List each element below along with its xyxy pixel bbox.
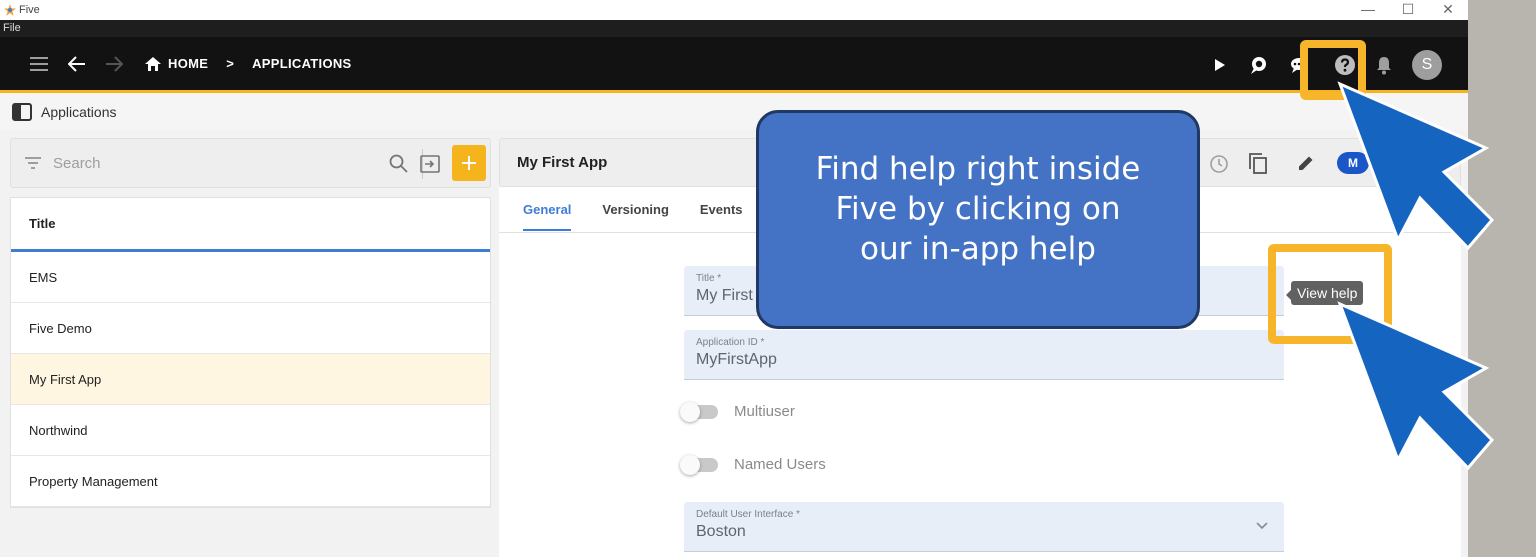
detail-title: My First App [517,154,608,171]
named-users-toggle-row: Named Users [680,454,826,475]
menu-bar: File [0,20,1468,37]
copy-icon[interactable] [1249,153,1267,174]
add-application-button[interactable] [452,145,486,181]
help-callout: Find help right inside Five by clicking … [756,110,1200,329]
callout-line: Find help right inside [815,151,1141,187]
default-ui-label: Default User Interface * [696,509,800,520]
page-subheader: Applications [0,93,1468,130]
breadcrumb-separator: > [226,56,235,71]
run-icon[interactable] [1214,58,1226,72]
pointer-arrow-icon [1337,301,1494,470]
chat-search-icon[interactable] [1248,55,1268,75]
breadcrumb-applications[interactable]: APPLICATIONS [252,56,351,71]
edit-pencil-icon[interactable] [1297,154,1315,172]
list-item[interactable]: Property Management [11,456,490,507]
page-title: Applications [41,103,117,120]
top-nav-bar: HOME > APPLICATIONS S [0,37,1468,93]
applications-list: Title EMS Five Demo My First App Northwi… [10,197,491,508]
search-input[interactable]: Search [53,155,101,172]
tab-general[interactable]: General [523,187,572,233]
tab-events[interactable]: Events [700,187,743,233]
history-icon[interactable] [1209,154,1229,174]
list-item[interactable]: Five Demo [11,303,490,354]
application-id-value: MyFirstApp [696,351,777,368]
home-icon[interactable] [144,56,162,72]
list-item-selected[interactable]: My First App [11,354,490,405]
default-ui-value: Boston [696,523,746,540]
forward-arrow-icon[interactable] [105,55,123,72]
import-icon[interactable] [420,155,440,173]
file-menu[interactable]: File [3,22,21,34]
close-window-button[interactable]: ✕ [1428,0,1468,20]
hamburger-menu-icon[interactable] [30,56,48,71]
multiuser-toggle-row: Multiuser [680,401,795,422]
window-title: Five [19,4,40,16]
multiuser-label: Multiuser [734,403,795,420]
window-controls: — ☐ ✕ [1348,0,1468,20]
application-id-field[interactable]: Application ID * MyFirstApp [684,330,1284,380]
default-ui-select[interactable]: Default User Interface * Boston [684,502,1284,552]
callout-line: our in-app help [860,231,1096,267]
plus-icon [462,156,476,170]
application-id-label: Application ID * [696,337,765,348]
list-item[interactable]: EMS [11,252,490,303]
panel-toggle-icon[interactable] [12,102,32,121]
search-icon[interactable] [389,154,408,173]
multiuser-toggle[interactable] [680,401,718,422]
chevron-down-icon [1256,522,1268,530]
named-users-toggle[interactable] [680,454,718,475]
minimize-button[interactable]: — [1348,0,1388,20]
notifications-bell-icon[interactable] [1376,55,1392,75]
title-bar: Five — ☐ ✕ [0,0,1468,20]
app-window: Five — ☐ ✕ File HOME > APPLICATIONS S Ap… [0,0,1468,557]
list-item[interactable]: Northwind [11,405,490,456]
maximize-button[interactable]: ☐ [1388,0,1428,20]
search-bar: Search [10,138,491,188]
list-column-header[interactable]: Title [11,198,490,252]
applications-list-panel: Search Title EMS Five Demo My First App … [10,138,491,557]
breadcrumb-home[interactable]: HOME [168,56,208,71]
callout-line: Five by clicking on [835,191,1121,227]
tab-versioning[interactable]: Versioning [602,187,668,233]
user-avatar[interactable]: S [1412,50,1442,80]
filter-icon[interactable] [25,157,41,169]
five-logo-icon [4,4,16,16]
pointer-arrow-icon [1337,81,1494,250]
back-arrow-icon[interactable] [68,55,86,72]
named-users-label: Named Users [734,456,826,473]
